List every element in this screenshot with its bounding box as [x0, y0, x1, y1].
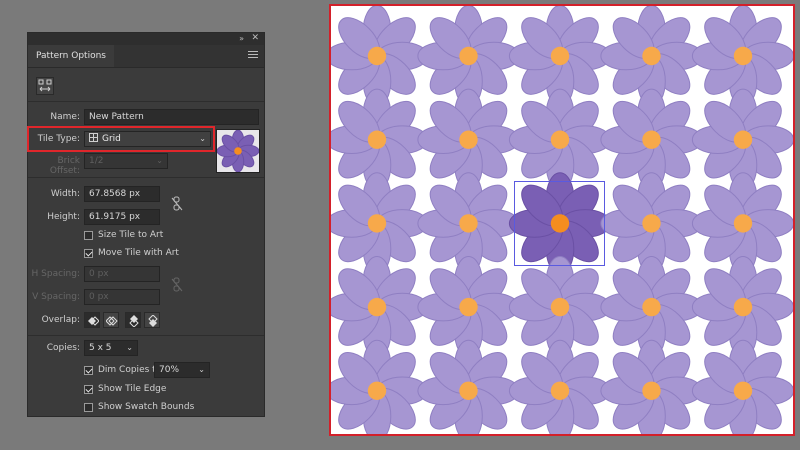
flower-center [367, 297, 387, 317]
pattern-canvas[interactable] [329, 4, 795, 436]
width-label: Width: [50, 189, 80, 199]
panel-tab-pattern-options[interactable]: Pattern Options [28, 45, 114, 67]
h-spacing-label: H Spacing: [31, 269, 80, 279]
overlap-bottom-icon [148, 315, 158, 327]
flower-center [642, 297, 661, 317]
height-field[interactable]: 61.9175 px [84, 209, 160, 225]
double-chevron-icon[interactable]: » [239, 34, 244, 43]
copies-label: Copies: [46, 343, 80, 353]
pattern-options-panel: » ✕ Pattern Options Name: New Pattern Ti… [27, 32, 265, 417]
flower-center [459, 297, 478, 317]
flower-center [642, 46, 661, 66]
overlap-right-in-front-button[interactable] [103, 312, 119, 328]
swatch-preview [216, 129, 260, 173]
flower-center [459, 381, 478, 400]
height-label: Height: [47, 212, 80, 222]
flower-center [550, 381, 570, 400]
separator [28, 335, 264, 336]
chevron-down-icon: ⌄ [156, 156, 163, 165]
brick-offset-dropdown: 1/2 ⌄ [84, 153, 168, 169]
copies-value: 5 x 5 [89, 343, 112, 353]
link-spacing-icon [171, 277, 183, 292]
flower-tile-copy [691, 339, 793, 434]
flower-tile-copy [417, 339, 520, 434]
flower-center [642, 130, 661, 149]
flower-center [550, 46, 570, 66]
close-icon[interactable]: ✕ [251, 33, 259, 43]
size-tile-to-art-label: Size Tile to Art [98, 230, 164, 240]
v-spacing-label: V Spacing: [32, 292, 80, 302]
checkbox-box[interactable] [84, 365, 93, 375]
flower-center [550, 130, 570, 149]
pattern-tile-bounds[interactable] [514, 181, 605, 266]
move-tile-with-art-label: Move Tile with Art [98, 248, 179, 258]
copies-dropdown[interactable]: 5 x 5 ⌄ [84, 340, 138, 356]
dim-copies-value: 70% [159, 365, 180, 375]
move-tile-with-art-checkbox[interactable]: Move Tile with Art [84, 248, 179, 258]
flower-tile-copy [600, 339, 703, 434]
flower-center [459, 130, 478, 149]
flower-center [733, 130, 753, 149]
chevron-down-icon: ⌄ [198, 365, 205, 374]
flower-center [367, 214, 387, 233]
fit-tile-to-art-icon[interactable] [36, 77, 54, 95]
tile-type-highlight [27, 126, 215, 152]
flower-center [459, 214, 478, 233]
panel-header: Pattern Options [28, 45, 264, 68]
flower-center [550, 297, 570, 317]
swatch-flower-icon [216, 129, 260, 173]
panel-menu-icon[interactable] [248, 49, 258, 59]
overlap-left-icon [88, 316, 99, 326]
flower-center [367, 130, 387, 149]
show-tile-edge-checkbox[interactable]: Show Tile Edge [84, 384, 166, 394]
overlap-label: Overlap: [41, 315, 80, 325]
width-field[interactable]: 67.8568 px [84, 186, 160, 202]
chevron-down-icon: ⌄ [126, 343, 133, 352]
overlap-top-icon [129, 315, 139, 327]
flower-center [459, 46, 478, 66]
dim-copies-checkbox[interactable]: Dim Copies to: [84, 365, 164, 375]
flower-center [733, 214, 753, 233]
link-proportions-icon[interactable] [171, 196, 183, 212]
overlap-right-icon [106, 316, 118, 326]
checkbox-box[interactable] [84, 402, 93, 412]
overlap-bottom-in-front-button[interactable] [144, 312, 160, 328]
flower-center [234, 147, 242, 155]
size-tile-to-art-checkbox[interactable]: Size Tile to Art [84, 230, 163, 240]
show-tile-edge-label: Show Tile Edge [98, 384, 167, 394]
flower-center [733, 381, 753, 400]
dim-copies-dropdown[interactable]: 70% ⌄ [154, 362, 210, 378]
flower-center [733, 46, 753, 66]
overlap-top-in-front-button[interactable] [125, 312, 141, 328]
panel-topbar: » ✕ [28, 33, 264, 45]
h-spacing-field: 0 px [84, 266, 160, 282]
separator [28, 177, 264, 178]
flower-tile-copy [331, 339, 429, 434]
v-spacing-field: 0 px [84, 289, 160, 305]
swatch-flower [216, 129, 260, 173]
name-label: Name: [50, 112, 80, 122]
checkbox-box[interactable] [84, 230, 93, 240]
overlap-left-in-front-button[interactable] [84, 312, 100, 328]
separator [28, 101, 264, 102]
flower-center [642, 214, 661, 233]
brick-offset-value: 1/2 [89, 156, 104, 166]
flower-tile-copy [508, 339, 612, 434]
brick-offset-label: Brick Offset: [49, 156, 80, 176]
flower-center [367, 46, 387, 66]
show-swatch-bounds-checkbox[interactable]: Show Swatch Bounds [84, 402, 194, 412]
flower-center [642, 381, 661, 400]
flower-center [367, 381, 387, 400]
checkbox-box[interactable] [84, 384, 93, 394]
flower-center [733, 297, 753, 317]
checkbox-box[interactable] [84, 248, 93, 258]
show-swatch-bounds-label: Show Swatch Bounds [98, 402, 195, 412]
name-field[interactable]: New Pattern [84, 109, 259, 125]
